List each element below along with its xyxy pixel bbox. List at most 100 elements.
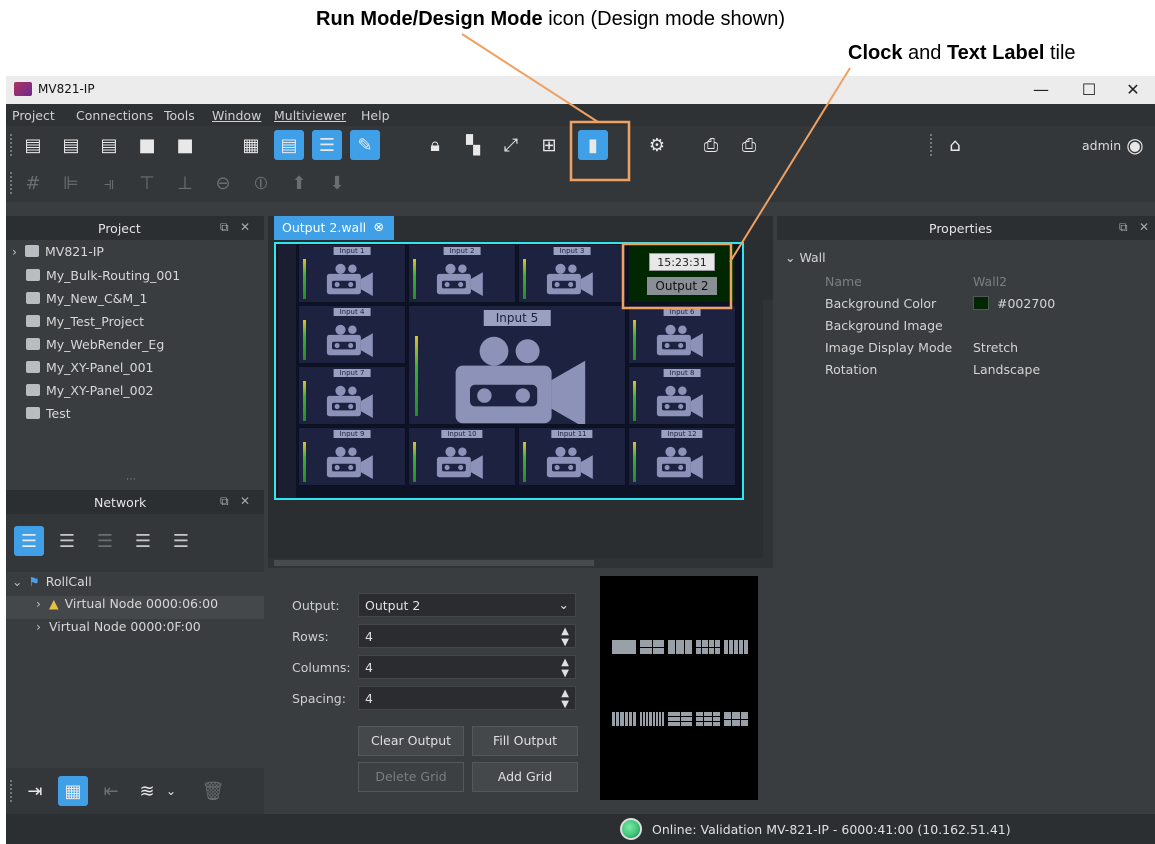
toolbar-grip-icon[interactable]	[10, 134, 14, 156]
collapse-chevron-icon[interactable]: ⌄	[785, 250, 799, 265]
menu-project[interactable]: Project	[12, 108, 55, 123]
stepper-arrows-icon[interactable]: ▲ ▼	[561, 626, 569, 648]
layout-toolbar-grip-icon[interactable]	[10, 780, 14, 802]
maximize-button[interactable]: ☐	[1069, 78, 1109, 102]
collapse-chevron-icon[interactable]: ⌄	[12, 574, 22, 589]
expand-chevron-icon[interactable]: ›	[36, 619, 41, 634]
project-panel-close-icon[interactable]: ✕	[240, 220, 250, 234]
video-tile[interactable]: Input 11	[518, 427, 626, 486]
project-panel-float-icon[interactable]: ⧉	[220, 220, 229, 235]
layout-preset[interactable]	[612, 640, 636, 654]
align-toolbar-grip-icon[interactable]	[10, 172, 14, 194]
network-panel-toggle-icon[interactable]: ☰	[312, 130, 342, 160]
clock-text-label-tile[interactable]: 15:23:31 Output 2	[628, 244, 736, 303]
layout-preset[interactable]	[612, 712, 636, 726]
project-item[interactable]: › MV821-IP	[12, 244, 104, 267]
send-back-icon[interactable]: ⬇	[322, 168, 352, 198]
stepper-arrows-icon[interactable]: ▲ ▼	[561, 688, 569, 710]
lock-icon[interactable]: 🔒︎	[420, 130, 450, 160]
video-tile[interactable]: Input 8	[628, 366, 736, 425]
menu-connections[interactable]: Connections	[76, 108, 153, 123]
properties-float-icon[interactable]: ⧉	[1119, 220, 1128, 235]
bgcolor-swatch[interactable]	[973, 296, 989, 310]
grid-icon[interactable]: ⊞	[534, 130, 564, 160]
user-avatar-icon[interactable]: ◉	[1120, 130, 1150, 160]
fill-output-button[interactable]: Fill Output	[472, 726, 578, 756]
network-panel-close-icon[interactable]: ✕	[240, 494, 250, 508]
network-node[interactable]: › ▲ Virtual Node 0000:06:00	[6, 596, 264, 619]
video-tile[interactable]: Input 5	[408, 305, 626, 425]
download-device-icon[interactable]: ⎙	[734, 130, 764, 160]
home-icon[interactable]: ⌂	[940, 130, 970, 160]
project-item[interactable]: My_Bulk-Routing_001	[26, 268, 180, 291]
toolbar-grip-2-icon[interactable]	[930, 134, 934, 156]
align-top-icon[interactable]: ⊤	[132, 168, 162, 198]
network-view-5-icon[interactable]: ☰	[166, 526, 196, 556]
wall-selection[interactable]: Input 1 Input 2 Input 3 15:23:31 Output 2 Inp…	[274, 242, 744, 500]
video-tile[interactable]: Input 4	[298, 305, 406, 364]
layout-preset[interactable]	[724, 640, 748, 654]
project-item[interactable]: My_XY-Panel_001	[26, 360, 154, 383]
splitter-handle-icon[interactable]: ⋯	[126, 474, 136, 485]
settings-gear-icon[interactable]: ⚙	[642, 130, 672, 160]
video-tile[interactable]: Input 1	[298, 244, 406, 303]
align-right-icon[interactable]: ⫣	[94, 168, 124, 198]
chevron-down-icon[interactable]: ⌄	[156, 776, 186, 806]
layout-preset[interactable]	[668, 712, 692, 726]
video-tile[interactable]: Input 7	[298, 366, 406, 425]
rows-stepper[interactable]: 4 ▲ ▼	[358, 624, 576, 648]
menu-tools[interactable]: Tools	[164, 108, 195, 123]
new-project-icon[interactable]: ▤	[18, 130, 48, 160]
import-project-icon[interactable]: ▤	[94, 130, 124, 160]
project-item[interactable]: My_WebRender_Eg	[26, 337, 164, 360]
prop-display-mode-value[interactable]: Stretch	[973, 340, 1018, 355]
columns-stepper[interactable]: 4 ▲ ▼	[358, 655, 576, 679]
properties-close-icon[interactable]: ✕	[1139, 220, 1149, 234]
layout-preset[interactable]	[696, 640, 720, 654]
snap-grid-icon[interactable]: #	[18, 168, 48, 198]
minimize-button[interactable]: —	[1021, 78, 1061, 102]
align-vcenter-icon[interactable]: ⊖	[208, 168, 238, 198]
expand-chevron-icon[interactable]: ›	[12, 244, 17, 259]
editor-hscrollbar[interactable]	[268, 558, 773, 568]
align-bottom-icon[interactable]: ⊥	[170, 168, 200, 198]
project-item[interactable]: Test	[26, 406, 71, 429]
network-root[interactable]: ⌄ ⚑ RollCall	[12, 574, 92, 597]
import-layout-icon[interactable]: ⇤	[96, 776, 126, 806]
add-layout-icon[interactable]: ▦	[58, 776, 88, 806]
layout-preset[interactable]	[696, 712, 720, 726]
upload-device-icon[interactable]: ⎙	[696, 130, 726, 160]
network-view-3-icon[interactable]: ☰	[90, 526, 120, 556]
tab-close-icon[interactable]: ⊗	[374, 219, 384, 234]
video-tile[interactable]: Input 10	[408, 427, 516, 486]
properties-panel-toggle-icon[interactable]: ✎	[350, 130, 380, 160]
menu-help[interactable]: Help	[361, 108, 390, 123]
video-tile[interactable]: Input 12	[628, 427, 736, 486]
spacing-stepper[interactable]: 4 ▲ ▼	[358, 686, 576, 710]
save-as-icon[interactable]: ■	[170, 130, 200, 160]
layout-preset[interactable]	[724, 712, 748, 726]
project-item[interactable]: My_XY-Panel_002	[26, 383, 154, 406]
open-project-icon[interactable]: ▤	[56, 130, 86, 160]
close-button[interactable]: ✕	[1113, 78, 1153, 102]
bring-front-icon[interactable]: ⬆	[284, 168, 314, 198]
prop-rotation-value[interactable]: Landscape	[973, 362, 1040, 377]
clear-output-button[interactable]: Clear Output	[358, 726, 464, 756]
editor-vscrollbar[interactable]	[763, 300, 773, 558]
video-tile[interactable]: Input 9	[298, 427, 406, 486]
hscroll-thumb[interactable]	[274, 560, 594, 566]
project-panel-toggle-icon[interactable]: ▤	[274, 130, 304, 160]
save-icon[interactable]: ■	[132, 130, 162, 160]
tab-output-2-wall[interactable]: Output 2.wall ⊗	[274, 216, 394, 240]
wall-section-header[interactable]: ⌄ Wall	[785, 250, 826, 265]
prop-bgcolor-value[interactable]: #002700	[997, 296, 1055, 311]
delete-icon[interactable]: 🗑︎	[198, 776, 228, 806]
run-design-mode-icon[interactable]: ▮	[578, 130, 608, 160]
network-view-1-icon[interactable]: ☰	[14, 526, 44, 556]
network-view-2-icon[interactable]: ☰	[52, 526, 82, 556]
report-icon[interactable]: ▦	[236, 130, 266, 160]
fullscreen-icon[interactable]: ⤢	[496, 130, 526, 160]
project-item[interactable]: My_New_C&M_1	[26, 291, 147, 314]
video-tile[interactable]: Input 3	[518, 244, 626, 303]
export-icon[interactable]: ⇥	[20, 776, 50, 806]
